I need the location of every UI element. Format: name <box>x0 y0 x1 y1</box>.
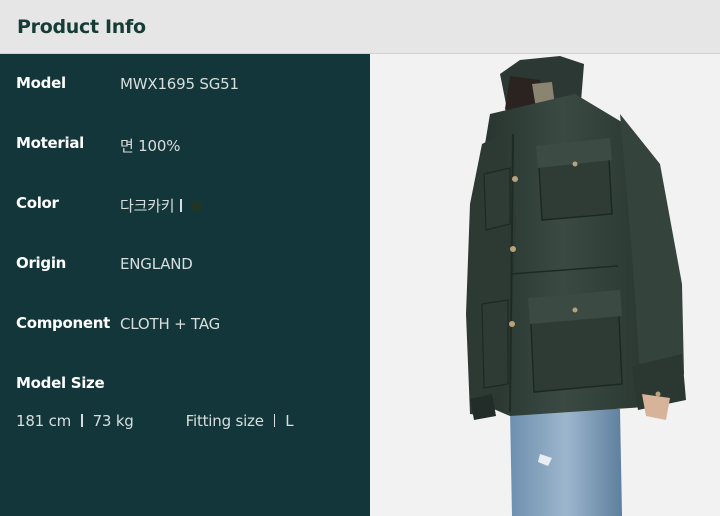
color-divider <box>180 199 182 212</box>
origin-value: ENGLAND <box>120 255 193 273</box>
model-size-row: 181 cm 73 kg Fitting size L <box>16 412 294 430</box>
color-value-row: 다크카키 <box>120 195 202 216</box>
product-photo <box>370 54 720 516</box>
model-height: 181 cm <box>16 412 72 430</box>
model-label: Model <box>16 74 66 92</box>
material-value: 면 100% <box>120 137 181 155</box>
page-title: Product Info <box>17 16 146 38</box>
fitting-divider <box>273 414 276 427</box>
model-value: MWX1695 SG51 <box>120 75 239 93</box>
spec-panel: Model MWX1695 SG51 Moterial 면 100% Color… <box>0 54 370 516</box>
color-swatch <box>190 201 202 212</box>
fitting-size-label: Fitting size <box>185 412 264 430</box>
fitting-size-value: L <box>285 412 294 430</box>
model-weight: 73 kg <box>92 412 134 430</box>
material-label: Moterial <box>16 134 84 152</box>
component-value: CLOTH + TAG <box>120 315 221 333</box>
component-label: Component <box>16 314 110 332</box>
color-label: Color <box>16 194 59 212</box>
size-divider <box>81 414 83 427</box>
model-size-label: Model Size <box>16 374 105 392</box>
color-value: 다크카키 <box>120 197 175 215</box>
header-bar: Product Info <box>0 0 720 54</box>
jacket-illustration <box>370 54 720 516</box>
origin-label: Origin <box>16 254 67 272</box>
